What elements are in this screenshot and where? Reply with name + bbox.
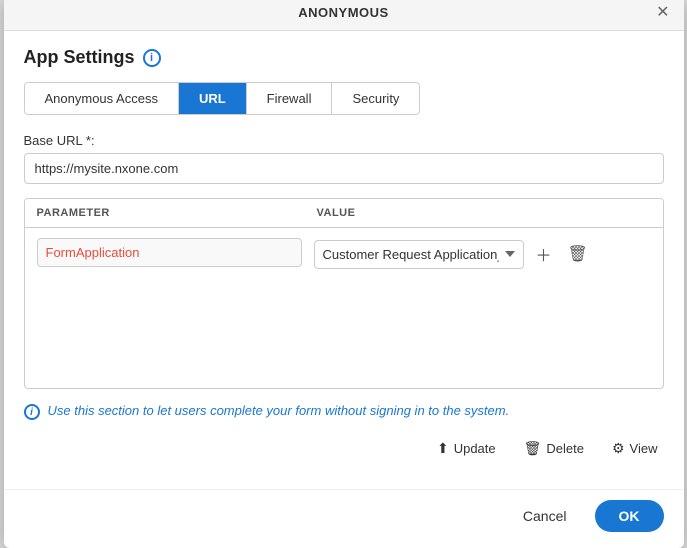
info-note: i Use this section to let users complete… — [24, 403, 664, 420]
dialog-header: ANONYMOUS ✕ — [4, 0, 684, 31]
action-buttons-group: ⬆ Update 🗑 Delete ⚙ View — [431, 436, 664, 461]
tab-anonymous-access[interactable]: Anonymous Access — [25, 83, 179, 114]
delete-icon: 🗑 — [524, 440, 542, 457]
parameter-input[interactable] — [37, 238, 302, 267]
add-row-button[interactable]: ＋ — [532, 238, 556, 270]
dialog-title: ANONYMOUS — [298, 5, 388, 20]
actions-row: ⬆ Update 🗑 Delete ⚙ View — [24, 436, 664, 461]
update-label: Update — [454, 441, 496, 456]
view-icon: ⚙ — [612, 440, 625, 457]
delete-label: Delete — [546, 441, 584, 456]
close-button[interactable]: ✕ — [656, 5, 669, 21]
cancel-button[interactable]: Cancel — [507, 500, 583, 532]
tab-url[interactable]: URL — [179, 83, 247, 114]
parameter-column-header: PARAMETER — [37, 207, 317, 219]
param-table-row: Customer Request Application_New ... Opt… — [25, 228, 663, 388]
info-note-text: Use this section to let users complete y… — [48, 403, 510, 418]
param-table-header: PARAMETER VALUE — [25, 199, 663, 228]
value-select-wrapper: Customer Request Application_New ... Opt… — [314, 238, 592, 270]
tabs-container: Anonymous Access URL Firewall Security — [24, 82, 421, 115]
value-column-header: VALUE — [317, 207, 651, 219]
delete-button[interactable]: 🗑 Delete — [518, 436, 590, 461]
base-url-input[interactable] — [24, 153, 664, 184]
app-settings-title-row: App Settings i — [24, 47, 664, 68]
dialog-footer: Cancel OK — [4, 489, 684, 548]
view-button[interactable]: ⚙ View — [606, 436, 664, 461]
value-select[interactable]: Customer Request Application_New ... Opt… — [314, 240, 524, 269]
app-settings-info-icon[interactable]: i — [143, 49, 161, 67]
update-button[interactable]: ⬆ Update — [431, 436, 502, 461]
app-settings-dialog: ANONYMOUS ✕ App Settings i Anonymous Acc… — [4, 0, 684, 548]
view-label: View — [630, 441, 658, 456]
update-icon: ⬆ — [437, 440, 449, 457]
tab-firewall[interactable]: Firewall — [247, 83, 333, 114]
app-settings-heading: App Settings — [24, 47, 135, 68]
base-url-group: Base URL *: — [24, 133, 664, 184]
dialog-body: App Settings i Anonymous Access URL Fire… — [4, 31, 684, 489]
tab-security[interactable]: Security — [332, 83, 419, 114]
parameter-table: PARAMETER VALUE Customer Request Applica… — [24, 198, 664, 389]
base-url-label: Base URL *: — [24, 133, 664, 148]
delete-row-button[interactable]: 🗑 — [564, 240, 592, 268]
ok-button[interactable]: OK — [595, 500, 664, 532]
info-note-icon: i — [24, 404, 40, 420]
